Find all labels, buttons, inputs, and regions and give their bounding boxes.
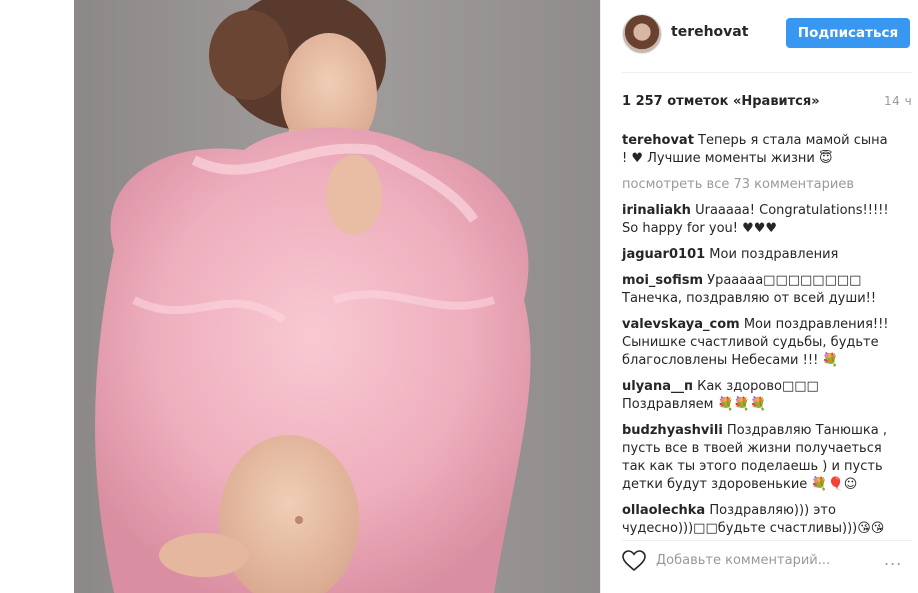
post-photo[interactable] bbox=[74, 0, 600, 593]
comment-user[interactable]: moi_sofism bbox=[622, 273, 703, 288]
caption: terehovat Теперь я стала мамой сына ! ♥ … bbox=[622, 132, 894, 168]
comment-user[interactable]: jaguar0101 bbox=[622, 247, 705, 262]
comment-user[interactable]: irinaliakh bbox=[622, 203, 691, 218]
comment: jaguar0101 Мои поздравления bbox=[622, 246, 894, 264]
more-options-icon[interactable]: ... bbox=[884, 550, 902, 569]
view-all-comments[interactable]: посмотреть все 73 комментариев bbox=[622, 176, 894, 194]
follow-button[interactable]: Подписаться bbox=[786, 18, 910, 48]
likes-count[interactable]: 1 257 отметок «Нравится» bbox=[622, 94, 820, 109]
comment-user[interactable]: valevskaya_com bbox=[622, 317, 740, 332]
comment: ulyana__п Как здорово□□□ Поздравляем 💐💐💐 bbox=[622, 378, 894, 414]
heart-icon[interactable] bbox=[622, 550, 646, 572]
header-divider bbox=[622, 72, 912, 73]
comment-user[interactable]: ulyana__п bbox=[622, 379, 693, 394]
post-time[interactable]: 14 ч bbox=[884, 94, 912, 108]
comment: valevskaya_com Мои поздравления!!! Сыниш… bbox=[622, 316, 894, 370]
comments-list: terehovat Теперь я стала мамой сына ! ♥ … bbox=[622, 132, 894, 546]
comment: budzhyashvili Поздравляю Танюшка , пусть… bbox=[622, 422, 894, 494]
comment-user[interactable]: terehovat bbox=[622, 133, 694, 148]
footer-divider bbox=[622, 540, 912, 541]
comment-user[interactable]: ollaolechka bbox=[622, 503, 705, 518]
comment-user[interactable]: budzhyashvili bbox=[622, 423, 723, 438]
post-username[interactable]: terehovat bbox=[671, 24, 748, 40]
comment: ollaolechka Поздравляю))) это чудесно)))… bbox=[622, 502, 894, 538]
comment-text: Мои поздравления bbox=[709, 247, 839, 262]
photo-illustration bbox=[95, 0, 531, 593]
add-comment-input[interactable]: Добавьте комментарий... bbox=[656, 553, 830, 568]
avatar[interactable] bbox=[622, 14, 662, 54]
comment: moi_sofism Урааааа□□□□□□□□ Танечка, позд… bbox=[622, 272, 894, 308]
comment: irinaliakh Urааааа! Congratulations!!!!!… bbox=[622, 202, 894, 238]
